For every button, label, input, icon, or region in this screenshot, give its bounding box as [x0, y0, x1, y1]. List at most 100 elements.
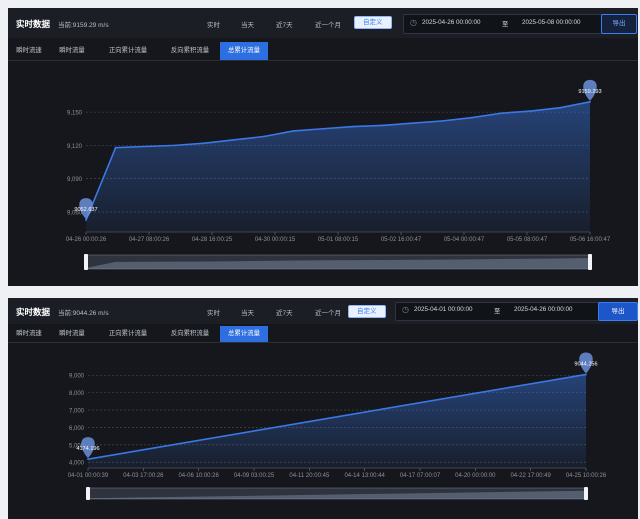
area-fill [88, 374, 586, 468]
export-button[interactable]: 导出 [601, 14, 637, 34]
date-start[interactable]: 2025-04-01 00:00:00 [414, 306, 472, 313]
date-range-picker[interactable]: ◷ 2025-04-26 00:00:00 至 2025-05-08 00:00… [403, 14, 605, 34]
tab-forward-cumulative[interactable]: 正向累计流量 [101, 326, 155, 342]
export-button[interactable]: 导出 [598, 302, 638, 321]
x-tick-label: 05-05 08:00:47 [507, 237, 548, 243]
range-button-custom[interactable]: 自定义 [354, 16, 392, 29]
x-tick-label: 04-22 17:00:49 [510, 473, 551, 479]
flow-chart: 3,667,1794,0005,0006,0007,0008,0009,0009… [68, 352, 607, 500]
y-tick-label: 9,000 [69, 374, 85, 380]
data-point [585, 373, 587, 376]
date-start[interactable]: 2025-04-26 00:00:00 [422, 19, 480, 26]
data-point [500, 112, 502, 115]
tab-instant-velocity[interactable]: 瞬时流速 [10, 42, 48, 60]
tab-forward-cumulative[interactable]: 正向累计流量 [101, 42, 155, 60]
y-tick-label: 8,000 [69, 391, 85, 397]
range-button-realtime[interactable]: 实时 [207, 307, 220, 317]
data-point [470, 116, 473, 119]
range-button-realtime[interactable]: 实时 [207, 19, 220, 29]
data-point [381, 124, 384, 127]
clock-icon: ◷ [410, 18, 417, 27]
x-tick-label: 04-27 08:00:26 [129, 237, 170, 243]
y-tick-label: 9,120 [67, 144, 83, 150]
tab-instant-flow[interactable]: 瞬时流量 [52, 326, 92, 342]
data-point [440, 120, 443, 122]
x-tick-label: 04-06 10:00:26 [178, 473, 219, 479]
data-point [559, 106, 562, 109]
current-value: 当前:9159.29 m/s [58, 22, 109, 29]
data-point [322, 127, 325, 130]
x-tick-label: 04-14 13:00:44 [344, 473, 385, 479]
current-value: 当前:9044.26 m/s [58, 310, 109, 317]
zoom-handle-right[interactable] [588, 254, 592, 270]
panel-header: 实时数据 当前:9159.29 m/s 实时 当天 近7天 近一个月 自定义 ◷… [8, 8, 638, 38]
tab-bar: 瞬时流速 瞬时流量 正向累计流量 反向累积流量 总累计流量 [8, 42, 638, 61]
zoom-handle-left[interactable] [84, 254, 88, 270]
x-tick-label: 04-30 00:00:15 [255, 237, 296, 243]
data-point [87, 458, 89, 461]
x-tick-label: 04-01 00:00:39 [68, 473, 109, 479]
tab-bar: 瞬时流速 瞬时流量 正向累计流量 反向累积流量 总累计流量 [8, 326, 638, 343]
x-tick-label: 04-03 17:00:26 [123, 473, 164, 479]
area-fill [86, 101, 590, 232]
x-tick-label: 04-28 16:00:25 [192, 237, 233, 243]
panel-header: 实时数据 当前:9044.26 m/s 实时 当天 近7天 近一个月 自定义 ◷… [8, 298, 638, 324]
y-tick-label: 9,150 [67, 111, 83, 117]
x-tick-label: 04-20 00:00:00 [455, 473, 496, 479]
data-point [114, 146, 117, 149]
panel-1: 实时数据 当前:9159.29 m/s 实时 当天 近7天 近一个月 自定义 ◷… [8, 8, 638, 286]
range-button-7days[interactable]: 近7天 [276, 307, 293, 317]
x-tick-label: 04-26 00:00:26 [66, 237, 107, 243]
tab-reverse-cumulative[interactable]: 反向累积流量 [162, 42, 218, 60]
date-end[interactable]: 2025-05-08 00:00:00 [522, 19, 580, 26]
range-button-today[interactable]: 当天 [241, 307, 254, 317]
data-point [292, 130, 295, 132]
max-marker-label: 9044.256 [574, 361, 597, 367]
tab-total-cumulative[interactable]: 总累计流量 [220, 42, 268, 60]
y-tick-label: 7,000 [69, 409, 85, 415]
min-marker-label: 9052.637 [74, 207, 97, 213]
data-point [144, 145, 147, 148]
range-button-custom[interactable]: 自定义 [348, 305, 386, 318]
data-point [351, 125, 354, 128]
data-point [85, 219, 87, 221]
panel-title: 实时数据 [16, 19, 51, 29]
panel-title: 实时数据 [16, 307, 51, 317]
tab-total-cumulative[interactable]: 总累计流量 [220, 326, 268, 342]
range-button-month[interactable]: 近一个月 [315, 307, 341, 317]
x-tick-label: 05-06 16:00:47 [570, 237, 611, 243]
data-point [174, 144, 176, 147]
clock-icon: ◷ [402, 305, 409, 314]
x-tick-label: 04-11 20:00:45 [289, 473, 330, 479]
y-tick-label: 6,000 [69, 426, 85, 432]
tab-reverse-cumulative[interactable]: 反向累积流量 [162, 326, 218, 342]
tab-instant-flow[interactable]: 瞬时流量 [52, 42, 92, 60]
x-tick-label: 04-25 10:00:26 [566, 473, 607, 479]
date-range-picker[interactable]: ◷ 2025-04-01 00:00:00 至 2025-04-26 00:00… [395, 302, 602, 321]
x-tick-label: 04-17 07:00:07 [400, 473, 441, 479]
date-end[interactable]: 2025-04-26 00:00:00 [514, 306, 572, 313]
flow-chart: 9,041,8719,0609,0909,1209,1509,169,95904… [66, 79, 611, 270]
x-tick-label: 05-02 16:00:47 [381, 237, 422, 243]
x-tick-label: 05-01 08:00:15 [318, 237, 359, 243]
y-tick-label: 9,090 [67, 177, 83, 183]
date-separator: 至 [502, 21, 509, 28]
range-button-7days[interactable]: 近7天 [276, 19, 293, 29]
data-point [589, 100, 591, 103]
tab-instant-velocity[interactable]: 瞬时流速 [10, 326, 48, 342]
min-marker-label: 4174.196 [76, 446, 99, 452]
x-tick-label: 05-04 00:00:47 [444, 237, 485, 243]
data-point [529, 110, 532, 112]
range-button-month[interactable]: 近一个月 [315, 19, 341, 29]
y-tick-label: 4,000 [69, 461, 85, 467]
data-point [203, 142, 206, 145]
data-point [262, 135, 265, 138]
range-button-today[interactable]: 当天 [241, 19, 254, 29]
date-separator: 至 [494, 308, 501, 315]
x-tick-label: 04-09 03:00:25 [234, 473, 275, 479]
data-point [233, 138, 236, 141]
data-point [411, 122, 414, 125]
max-marker-label: 9159.293 [578, 89, 601, 95]
zoom-handle-left[interactable] [86, 487, 90, 500]
zoom-handle-right[interactable] [584, 487, 588, 500]
